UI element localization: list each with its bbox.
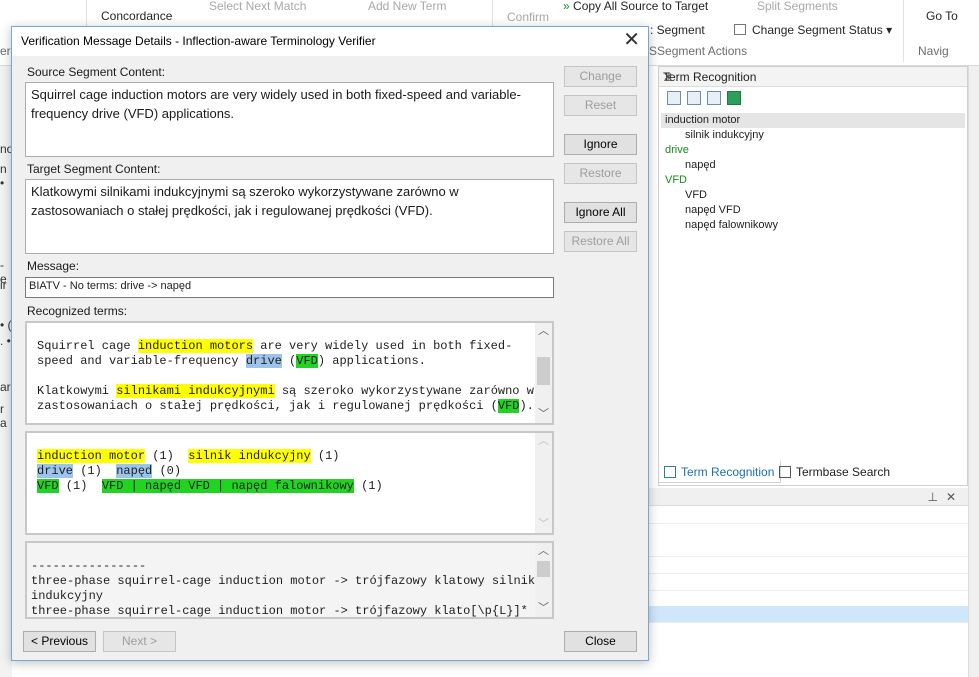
close-button[interactable]: Close [564, 631, 637, 652]
ignore-button[interactable]: Ignore [564, 134, 637, 155]
restore-button[interactable]: Restore [564, 163, 637, 184]
panel-header: Term Recognition ⊥ ✕ [659, 67, 967, 87]
term-highlight: silnikami indukcyjnymi [116, 384, 275, 398]
restore-all-button[interactable]: Restore All [564, 231, 637, 252]
term-highlight: drive [245, 354, 282, 368]
term-tree-source-item[interactable]: VFD [661, 173, 965, 188]
chevron-down-icon[interactable]: ﹀ [535, 600, 552, 617]
term-tree-target-item[interactable]: VFD [661, 188, 965, 203]
message-label: Message: [27, 259, 80, 273]
chevron-down-icon[interactable]: ﹀ [535, 516, 552, 533]
close-icon[interactable]: ✕ [623, 29, 640, 51]
list-row[interactable] [648, 540, 968, 557]
panel-toolbar [667, 91, 747, 111]
segment-actions-group-label: SSegment Actions [649, 44, 748, 58]
term-highlight: VFD [497, 399, 520, 413]
target-label: Target Segment Content: [27, 162, 161, 176]
split-segments-button[interactable]: Split Segments [757, 0, 838, 13]
ignore-all-button[interactable]: Ignore All [564, 202, 637, 223]
reset-button[interactable]: Reset [564, 95, 637, 116]
term-highlight: VFD [296, 354, 318, 368]
lower-panel-header: ⊥ ✕ [648, 488, 968, 506]
change-segment-status-button[interactable]: Change Segment Status ▾ [734, 23, 892, 37]
copy-all-source-button[interactable]: » Copy All Source to Target [563, 0, 708, 13]
navigation-group-label: Navig [918, 44, 949, 58]
termbase-icon[interactable] [727, 91, 741, 105]
dialog-title: Verification Message Details - Inflectio… [21, 34, 376, 48]
segment-button[interactable]: : Segment [650, 23, 705, 37]
list-row[interactable] [648, 574, 968, 591]
recognized-terms-box[interactable]: Squirrel cage induction motors are very … [25, 321, 554, 425]
copy-arrow-icon: » [563, 0, 570, 13]
ribbon-left-group-label: er [0, 44, 11, 58]
term-tree-target-item[interactable]: napęd falownikowy [661, 218, 965, 233]
view-term-icon[interactable] [707, 91, 721, 105]
select-next-match-button[interactable]: Select Next Match [209, 0, 306, 13]
recognized-terms-label: Recognized terms: [27, 304, 128, 318]
lower-panel: ⊥ ✕ [648, 488, 968, 677]
term-tree: induction motor silnik indukcyjny drive nap… [661, 113, 965, 233]
pin-icon[interactable]: ⊥ [928, 490, 938, 504]
source-segment-field[interactable]: Squirrel cage induction motors are very … [25, 82, 554, 157]
status-icon [734, 24, 746, 35]
close-icon[interactable]: ✕ [663, 70, 959, 84]
list-row[interactable] [648, 507, 968, 524]
vertical-scrollbar[interactable]: ︿ ﹀ [535, 543, 552, 617]
dialog-titlebar: Verification Message Details - Inflectio… [12, 27, 648, 56]
previous-button[interactable]: < Previous [23, 631, 96, 652]
recognized-terms-text: Squirrel cage induction motors are very … [37, 339, 534, 413]
add-term-icon[interactable] [687, 91, 701, 105]
next-button[interactable]: Next > [103, 631, 176, 652]
tab-term-recognition[interactable]: Term Recognition [658, 461, 782, 483]
panel-tabs: Term Recognition Termbase Search [658, 461, 968, 485]
vertical-scrollbar[interactable]: ︿ ﹀ [535, 433, 552, 533]
right-edge-strip [968, 66, 979, 677]
log-box[interactable]: ---------------- three-phase squirrel-ca… [25, 541, 554, 619]
chevron-down-icon[interactable]: ﹀ [535, 406, 552, 423]
term-recognition-panel: Term Recognition ⊥ ✕ induction motor siln… [658, 66, 968, 486]
term-tree-source-item[interactable]: induction motor [661, 113, 965, 128]
termbase-search-icon [779, 466, 791, 478]
close-icon[interactable]: ✕ [946, 490, 956, 504]
scroll-thumb[interactable] [537, 357, 550, 385]
ribbon-separator [903, 0, 904, 62]
change-button[interactable]: Change [564, 66, 637, 87]
log-text: ---------------- three-phase squirrel-ca… [31, 559, 536, 618]
term-highlight: induction motors [137, 339, 254, 353]
tab-termbase-search[interactable]: Termbase Search [774, 461, 896, 483]
concordance-button[interactable]: Concordance [101, 9, 172, 23]
scroll-thumb[interactable] [537, 561, 550, 577]
list-row[interactable] [648, 557, 968, 574]
term-recognition-icon [664, 466, 676, 478]
term-pairs-text: induction motor (1) silnik indukcyjny (1… [37, 449, 383, 493]
term-tree-target-item[interactable]: napęd [661, 158, 965, 173]
confirm-button[interactable]: Confirm [507, 10, 549, 24]
add-new-term-button[interactable]: Add New Term [368, 0, 446, 13]
target-segment-field[interactable]: Klatkowymi silnikami indukcyjnymi są sze… [25, 179, 554, 254]
chevron-up-icon[interactable]: ︿ [535, 323, 552, 340]
list-row-selected[interactable] [648, 606, 968, 623]
go-to-button[interactable]: Go To [926, 9, 958, 23]
message-field[interactable]: BIATV - No terms: drive -> napęd [25, 277, 554, 298]
search-term-icon[interactable] [667, 91, 681, 105]
chevron-up-icon[interactable]: ︿ [535, 433, 552, 450]
vertical-scrollbar[interactable]: ︿ ﹀ [535, 323, 552, 423]
term-pairs-box[interactable]: induction motor (1) silnik indukcyjny (1… [25, 431, 554, 535]
chevron-up-icon[interactable]: ︿ [535, 543, 552, 560]
term-tree-target-item[interactable]: napęd VFD [661, 203, 965, 218]
term-tree-source-item[interactable]: drive [661, 143, 965, 158]
verification-dialog: Verification Message Details - Inflectio… [11, 26, 649, 661]
source-label: Source Segment Content: [27, 65, 166, 79]
term-tree-target-item[interactable]: silnik indukcyjny [661, 128, 965, 143]
